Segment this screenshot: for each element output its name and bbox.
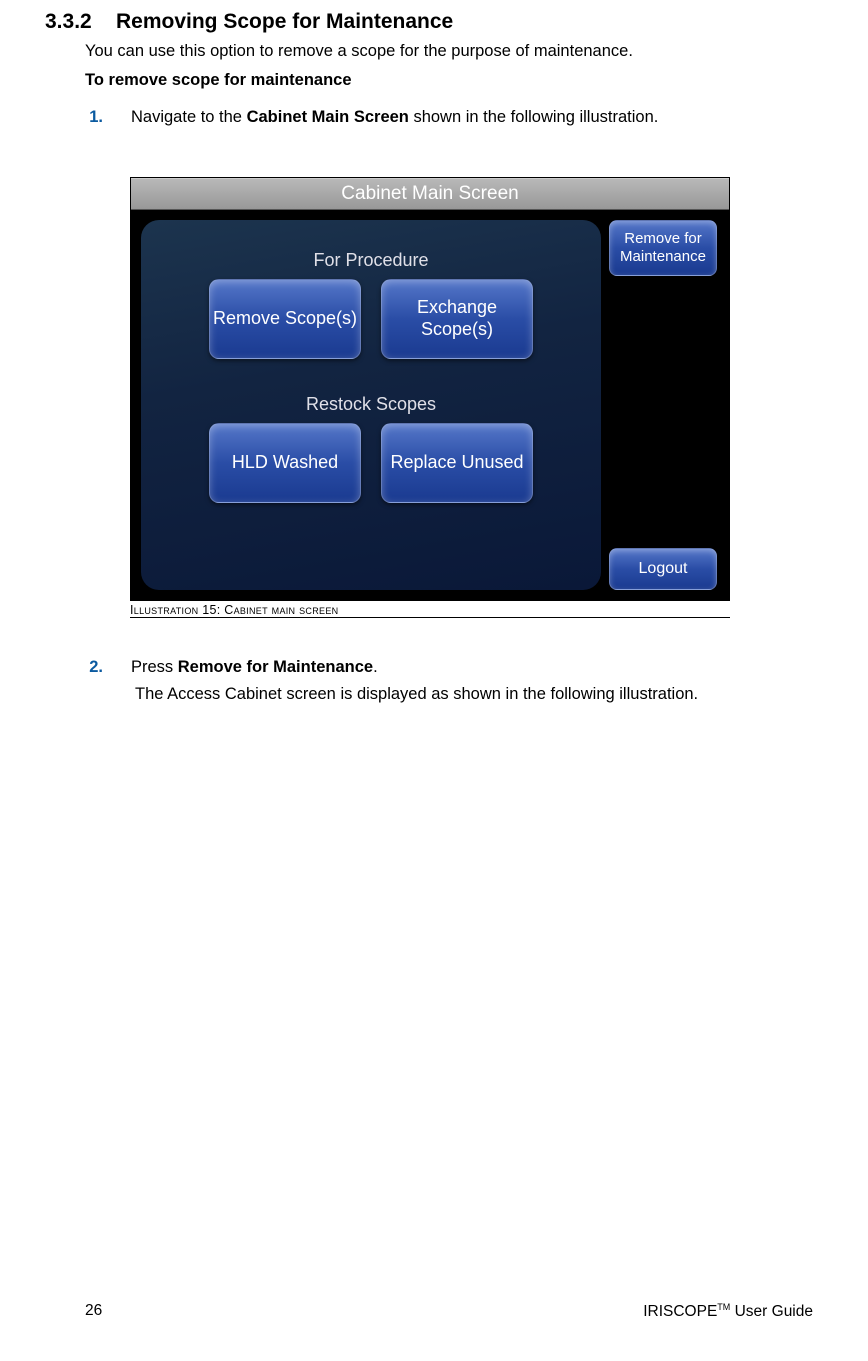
guide-title: IRISCOPETM User Guide [643,1302,813,1321]
step-1: 1. Navigate to the Cabinet Main Screen s… [85,108,813,127]
remove-for-maintenance-button[interactable]: Remove for Maintenance [609,220,717,276]
exchange-scopes-button[interactable]: Exchange Scope(s) [381,279,533,359]
section-number: 3.3.2 [45,10,100,34]
for-procedure-label: For Procedure [313,250,428,271]
step-text: Press Remove for Maintenance. [131,658,813,677]
illustration-15: Cabinet Main Screen For Procedure Remove… [130,177,730,618]
procedure-subheading: To remove scope for maintenance [85,71,813,90]
replace-unused-button[interactable]: Replace Unused [381,423,533,503]
restock-scopes-label: Restock Scopes [306,394,436,415]
procedure-button-row: Remove Scope(s) Exchange Scope(s) [209,279,533,359]
procedure-list: 1. Navigate to the Cabinet Main Screen s… [85,108,813,704]
section-heading: 3.3.2 Removing Scope for Maintenance [45,10,813,34]
screen-body: For Procedure Remove Scope(s) Exchange S… [131,210,729,600]
page-footer: 26 IRISCOPETM User Guide [85,1302,813,1321]
center-area: For Procedure Remove Scope(s) Exchange S… [141,220,601,590]
step-text: Navigate to the Cabinet Main Screen show… [131,108,813,127]
intro-text: You can use this option to remove a scop… [85,42,813,61]
restock-button-row: HLD Washed Replace Unused [209,423,533,503]
step-number: 1. [85,108,103,127]
step-number: 2. [85,658,103,677]
remove-scopes-button[interactable]: Remove Scope(s) [209,279,361,359]
cabinet-main-screen-screenshot: Cabinet Main Screen For Procedure Remove… [130,177,730,601]
step-2-result: The Access Cabinet screen is displayed a… [135,685,813,704]
page-number: 26 [85,1302,102,1321]
side-column: Remove for Maintenance Logout [609,210,729,600]
section-title: Removing Scope for Maintenance [116,10,453,34]
illustration-caption: Illustration 15: Cabinet main screen [130,603,730,618]
hld-washed-button[interactable]: HLD Washed [209,423,361,503]
step-2: 2. Press Remove for Maintenance. [85,658,813,677]
logout-button[interactable]: Logout [609,548,717,590]
screen-title: Cabinet Main Screen [131,178,729,210]
